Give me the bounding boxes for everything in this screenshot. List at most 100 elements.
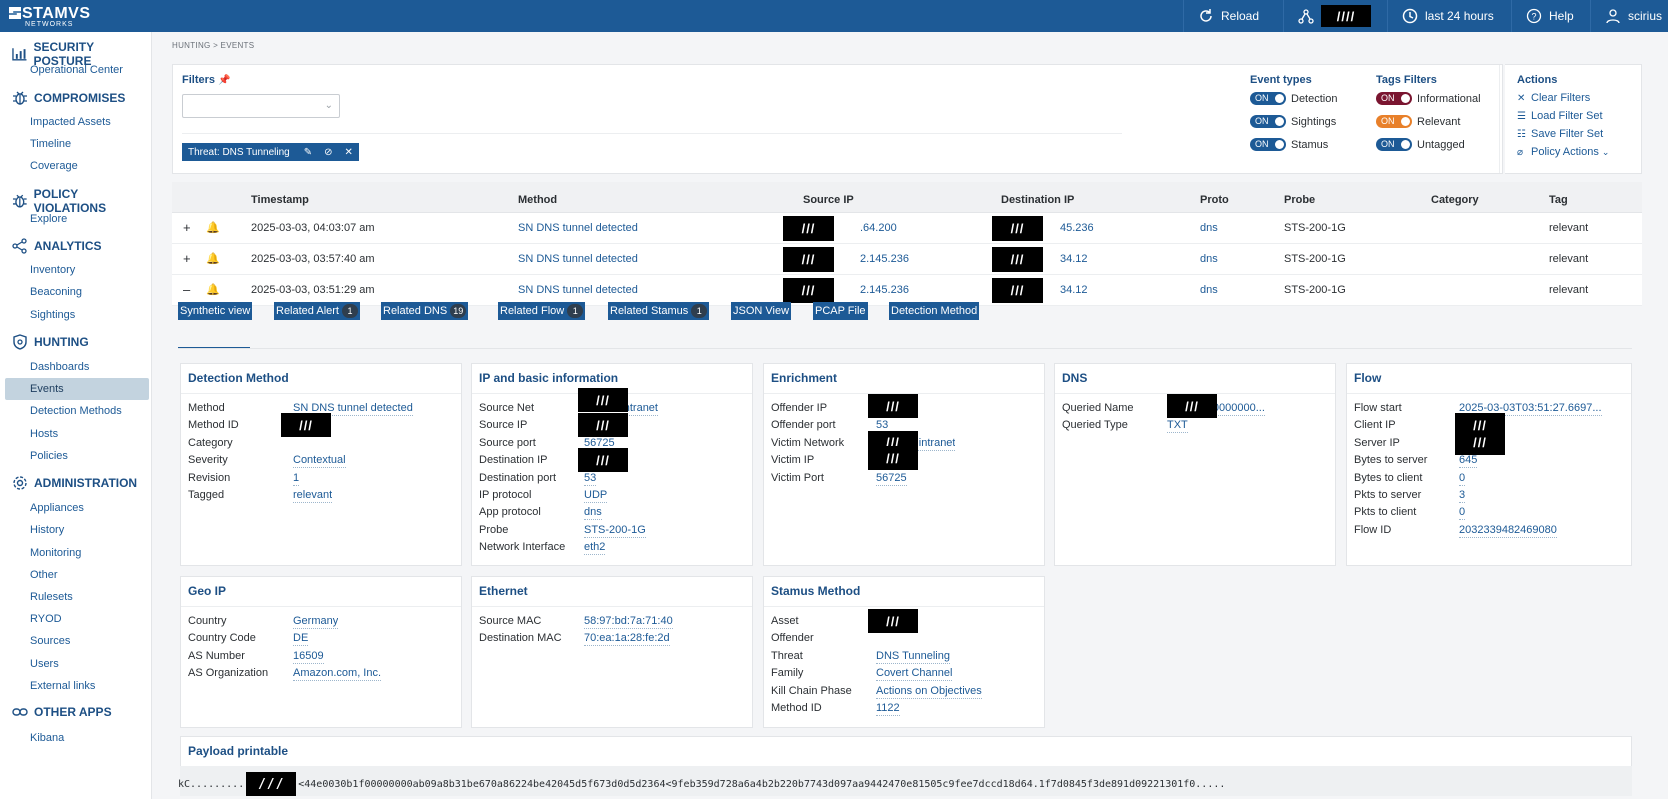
col-category[interactable]: Category [1431, 194, 1479, 206]
sidebar-item-events[interactable]: Events [5, 378, 149, 400]
field-value[interactable]: Covert Channel [876, 667, 953, 682]
field-value[interactable]: 645 [1459, 454, 1478, 469]
sidebar-item-coverage[interactable]: Coverage [5, 155, 149, 177]
sidebar-item-hosts[interactable]: Hosts [5, 423, 149, 445]
sidebar-item-dashboards[interactable]: Dashboards [5, 356, 149, 378]
field-value[interactable]: 53 [584, 472, 597, 486]
event-type-sightings[interactable]: ON Sightings [1250, 115, 1336, 128]
proto-cell[interactable]: dns [1200, 284, 1218, 296]
section-analytics[interactable]: ANALYTICS [12, 238, 102, 254]
section-other-apps[interactable]: OTHER APPS [12, 705, 112, 719]
col-source-ip[interactable]: Source IP [803, 194, 854, 206]
event-type-stamus[interactable]: ON Stamus [1250, 138, 1328, 151]
sidebar-item-sources[interactable]: Sources [5, 630, 149, 652]
table-row[interactable]: + 🔔 2025-03-03, 03:57:40 am SN DNS tunnel d… [172, 244, 1642, 275]
tab-synthetic-view[interactable]: Synthetic view [178, 302, 253, 320]
field-value[interactable]: 1 [293, 472, 300, 486]
section-hunting[interactable]: HUNTING [12, 334, 89, 350]
source-ip-cell[interactable]: 2.145.236 [860, 284, 909, 296]
toggle-stamus[interactable]: ON [1250, 138, 1286, 151]
field-value[interactable]: relevant [293, 489, 333, 503]
col-method[interactable]: Method [518, 194, 557, 206]
close-icon[interactable]: ✕ [345, 147, 353, 158]
toggle-detection[interactable]: ON [1250, 92, 1286, 105]
event-type-detection[interactable]: ON Detection [1250, 92, 1337, 105]
destination-ip-cell[interactable]: 34.12 [1060, 284, 1088, 296]
method-cell[interactable]: SN DNS tunnel detected [518, 284, 638, 296]
field-value[interactable]: 3 [1459, 489, 1466, 503]
sidebar-item-timeline[interactable]: Timeline [5, 133, 149, 155]
field-value[interactable]: 1122 [876, 702, 900, 716]
col-probe[interactable]: Probe [1284, 194, 1315, 206]
sidebar-item-other[interactable]: Other [5, 564, 149, 586]
sidebar-item-ryod[interactable]: RYOD [5, 608, 149, 630]
tag-relevant[interactable]: ON Relevant [1376, 115, 1460, 128]
sidebar-item-monitoring[interactable]: Monitoring [5, 542, 149, 564]
col-destination-ip[interactable]: Destination IP [1001, 194, 1074, 206]
negate-icon[interactable]: ⊘ [324, 147, 332, 158]
method-cell[interactable]: SN DNS tunnel detected [518, 253, 638, 265]
tab-related-stamus[interactable]: Related Stamus 1 [608, 302, 710, 320]
expand-toggle[interactable]: – [183, 282, 190, 297]
field-value[interactable]: 70:ea:1a:28:fe:2d [584, 632, 670, 647]
toggle-untagged[interactable]: ON [1376, 138, 1412, 151]
field-value[interactable]: 58:97:bd:7a:71:40 [584, 615, 673, 629]
source-ip-cell[interactable]: .64.200 [860, 222, 897, 234]
source-ip-cell[interactable]: 2.145.236 [860, 253, 909, 265]
tab-related-dns[interactable]: Related DNS 19 [381, 302, 469, 320]
field-value[interactable]: eth2 [584, 541, 606, 556]
destination-ip-cell[interactable]: 34.12 [1060, 253, 1088, 265]
policy-actions-dropdown[interactable]: ⌀ Policy Actions ⌄ [1517, 146, 1609, 158]
proto-cell[interactable]: dns [1200, 222, 1218, 234]
field-value[interactable]: 56725 [876, 472, 907, 486]
expand-toggle[interactable]: + [183, 220, 191, 235]
stamus-logo[interactable]: STAMVS NETWORKS [9, 4, 91, 28]
filter-chip-dns-tunneling[interactable]: Threat: DNS Tunneling ✎ ⊘ ✕ [182, 143, 359, 161]
field-value[interactable]: STS-200-1G [584, 524, 646, 538]
field-value[interactable]: DNS Tunneling [876, 650, 950, 664]
tab-detection-method[interactable]: Detection Method [889, 302, 980, 320]
field-value[interactable]: Germany [293, 615, 339, 629]
field-value[interactable]: UDP [584, 489, 608, 503]
sidebar-item-policies[interactable]: Policies [5, 445, 149, 467]
sidebar-item-impacted-assets[interactable]: Impacted Assets [5, 111, 149, 133]
sidebar-item-kibana[interactable]: Kibana [5, 727, 149, 749]
field-value[interactable]: 0 [1459, 506, 1466, 521]
section-compromises[interactable]: COMPROMISES [12, 90, 125, 106]
tab-json-view[interactable]: JSON View [731, 302, 792, 320]
load-filter-set-button[interactable]: ☰ Load Filter Set [1517, 110, 1603, 122]
col-proto[interactable]: Proto [1200, 194, 1229, 206]
toggle-informational[interactable]: ON [1376, 92, 1412, 105]
tag-untagged[interactable]: ON Untagged [1376, 138, 1465, 151]
time-range-button[interactable]: last 24 hours [1387, 0, 1511, 32]
pin-icon[interactable]: 📌 [218, 75, 230, 86]
sidebar-item-rulesets[interactable]: Rulesets [5, 586, 149, 608]
sidebar-item-beaconing[interactable]: Beaconing [5, 281, 149, 303]
sidebar-item-operational-center[interactable]: Operational Center [5, 59, 149, 81]
save-filter-set-button[interactable]: ☷ Save Filter Set [1517, 128, 1603, 140]
tab-related-alert[interactable]: Related Alert 1 [274, 302, 360, 320]
toggle-relevant[interactable]: ON [1376, 115, 1412, 128]
sidebar-item-external-links[interactable]: External links [5, 675, 149, 697]
network-selector[interactable]: //// [1283, 0, 1387, 32]
destination-ip-cell[interactable]: 45.236 [1060, 222, 1094, 234]
field-value[interactable]: DE [293, 632, 309, 647]
section-administration[interactable]: ADMINISTRATION [12, 475, 137, 491]
user-menu[interactable]: scirius [1590, 0, 1668, 32]
field-value[interactable]: 16509 [293, 650, 324, 664]
sidebar-item-sightings[interactable]: Sightings [5, 304, 149, 326]
filter-input[interactable]: ⌄ [182, 94, 340, 118]
reload-button[interactable]: Reload [1183, 0, 1283, 32]
sidebar-item-history[interactable]: History [5, 519, 149, 541]
field-value[interactable]: Actions on Objectives [876, 685, 982, 699]
tab-related-flow[interactable]: Related Flow 1 [498, 302, 586, 320]
col-tag[interactable]: Tag [1549, 194, 1568, 206]
edit-icon[interactable]: ✎ [304, 147, 312, 158]
sidebar-item-appliances[interactable]: Appliances [5, 497, 149, 519]
sidebar-item-detection-methods[interactable]: Detection Methods [5, 400, 149, 422]
field-value[interactable]: Amazon.com, Inc. [293, 667, 382, 682]
expand-toggle[interactable]: + [183, 251, 191, 266]
sidebar-item-inventory[interactable]: Inventory [5, 259, 149, 281]
method-cell[interactable]: SN DNS tunnel detected [518, 222, 638, 234]
toggle-sightings[interactable]: ON [1250, 115, 1286, 128]
